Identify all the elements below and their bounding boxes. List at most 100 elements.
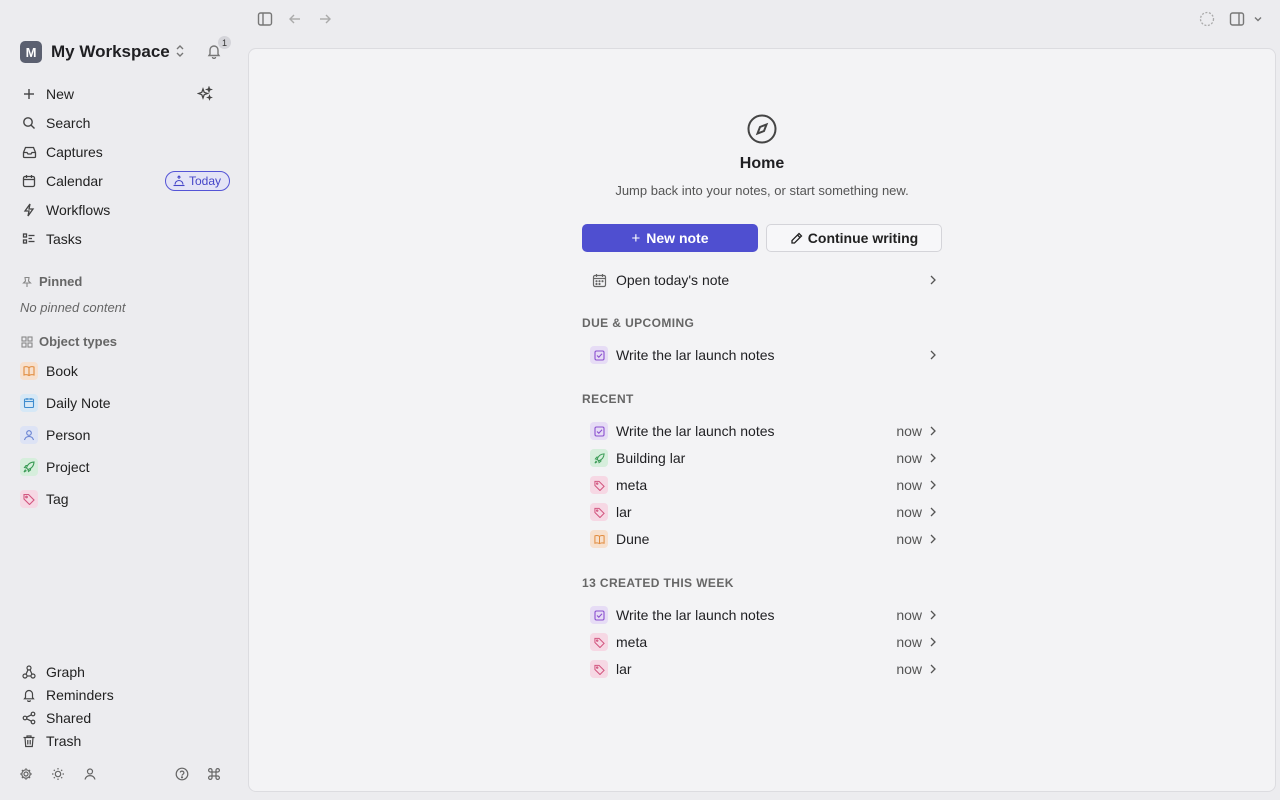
theme-sun-icon[interactable] [50, 766, 66, 782]
tag-icon [590, 476, 608, 494]
row-time: now [896, 634, 922, 650]
book-icon [590, 530, 608, 548]
recent-row[interactable]: lar now [582, 499, 938, 525]
book-icon [20, 362, 38, 380]
chevron-right-icon [928, 480, 938, 490]
rocket-icon [20, 458, 38, 476]
object-type-label: Person [46, 427, 91, 443]
command-key-icon[interactable] [206, 766, 222, 782]
today-button[interactable]: Today [164, 171, 230, 191]
rocket-icon [590, 449, 608, 467]
sidebar-item-trash[interactable]: Trash [20, 730, 220, 752]
graph-icon [20, 663, 38, 681]
sidebar-item-new[interactable]: New [20, 81, 230, 107]
plus-icon [20, 85, 38, 103]
workspace-switcher[interactable]: M My Workspace 1 [20, 36, 232, 64]
sidebar-item-search[interactable]: Search [20, 110, 230, 136]
new-note-button[interactable]: + New note [582, 224, 758, 252]
object-type-person[interactable]: Person [20, 423, 230, 447]
sidebar-item-calendar[interactable]: Calendar Today [20, 168, 230, 194]
recent-row[interactable]: Write the lar launch notes now [582, 418, 938, 444]
object-type-tag[interactable]: Tag [20, 487, 230, 511]
back-arrow-icon[interactable] [286, 10, 304, 28]
row-title: meta [616, 634, 648, 650]
continue-writing-button[interactable]: Continue writing [766, 224, 942, 252]
task-check-icon [590, 422, 608, 440]
sidebar-item-label: Tasks [46, 231, 82, 247]
top-toolbar [248, 0, 1280, 38]
object-type-label: Daily Note [46, 395, 111, 411]
created-row[interactable]: meta now [582, 629, 938, 655]
chevron-right-icon [928, 664, 938, 674]
toggle-sidebar-icon[interactable] [256, 10, 274, 28]
sync-status-icon[interactable] [1198, 10, 1216, 28]
tag-icon [590, 633, 608, 651]
row-title: Building lar [616, 450, 686, 466]
object-type-book[interactable]: Book [20, 359, 230, 383]
chevron-right-icon [928, 534, 938, 544]
chevron-right-icon [928, 637, 938, 647]
row-time: now [896, 477, 922, 493]
row-title: Open today's note [616, 272, 730, 288]
object-type-daily-note[interactable]: Daily Note [20, 391, 230, 415]
help-question-icon[interactable] [174, 766, 190, 782]
settings-gear-icon[interactable] [18, 766, 34, 782]
tag-icon [590, 503, 608, 521]
object-types-header[interactable]: Object types [20, 334, 117, 349]
recent-row[interactable]: Building lar now [582, 445, 938, 471]
sidebar-item-label: New [46, 86, 75, 102]
sidebar-item-label: Calendar [46, 173, 103, 189]
object-type-project[interactable]: Project [20, 455, 230, 479]
forward-arrow-icon[interactable] [316, 10, 334, 28]
checklist-icon [20, 230, 38, 248]
sidebar-item-label: Captures [46, 144, 103, 160]
bell-icon [20, 686, 38, 704]
created-row[interactable]: Write the lar launch notes now [582, 602, 938, 628]
recent-row[interactable]: meta now [582, 472, 938, 498]
object-types-header-label: Object types [39, 334, 118, 349]
sidebar-item-label: Reminders [46, 687, 114, 703]
sidebar-item-label: Workflows [46, 202, 111, 218]
calendar-icon [590, 271, 608, 289]
sidebar-item-label: Shared [46, 710, 92, 726]
account-person-icon[interactable] [82, 766, 98, 782]
sidebar-item-captures[interactable]: Captures [20, 139, 230, 165]
object-type-label: Project [46, 459, 90, 475]
sidebar-item-tasks[interactable]: Tasks [20, 226, 230, 252]
recent-row[interactable]: Dune now [582, 526, 938, 552]
chevron-right-icon [928, 507, 938, 517]
created-this-week-header: 13 CREATED THIS WEEK [582, 576, 734, 590]
person-icon [20, 426, 38, 444]
sidebar-item-label: Graph [46, 664, 85, 680]
chevron-down-icon[interactable] [1252, 10, 1264, 28]
toggle-right-panel-icon[interactable] [1228, 10, 1246, 28]
sidebar-item-reminders[interactable]: Reminders [20, 684, 220, 706]
grid-icon [20, 335, 34, 349]
ai-sparkle-icon[interactable] [196, 85, 214, 103]
chevron-right-icon [928, 350, 938, 360]
row-title: Write the lar launch notes [616, 347, 775, 363]
created-row[interactable]: lar now [582, 656, 938, 682]
chevron-right-icon [928, 453, 938, 463]
plus-icon: + [631, 229, 641, 247]
row-time: now [896, 531, 922, 547]
search-icon [20, 114, 38, 132]
pinned-header-label: Pinned [39, 274, 83, 289]
task-check-icon [590, 346, 608, 364]
due-row[interactable]: Write the lar launch notes [582, 342, 938, 368]
chevron-right-icon [928, 275, 938, 285]
row-title: Dune [616, 531, 650, 547]
row-time: now [896, 423, 922, 439]
sidebar-item-graph[interactable]: Graph [20, 661, 220, 683]
row-time: now [896, 450, 922, 466]
bolt-icon [20, 201, 38, 219]
new-note-label: New note [646, 230, 709, 246]
pinned-header[interactable]: Pinned [20, 274, 82, 289]
sidebar-item-workflows[interactable]: Workflows [20, 197, 230, 223]
sidebar-item-shared[interactable]: Shared [20, 707, 220, 729]
chevron-updown-icon[interactable] [174, 44, 186, 58]
chevron-right-icon [928, 426, 938, 436]
workspace-avatar: M [20, 41, 42, 63]
open-today-note-row[interactable]: Open today's note [582, 267, 938, 293]
calendar-icon [20, 394, 38, 412]
